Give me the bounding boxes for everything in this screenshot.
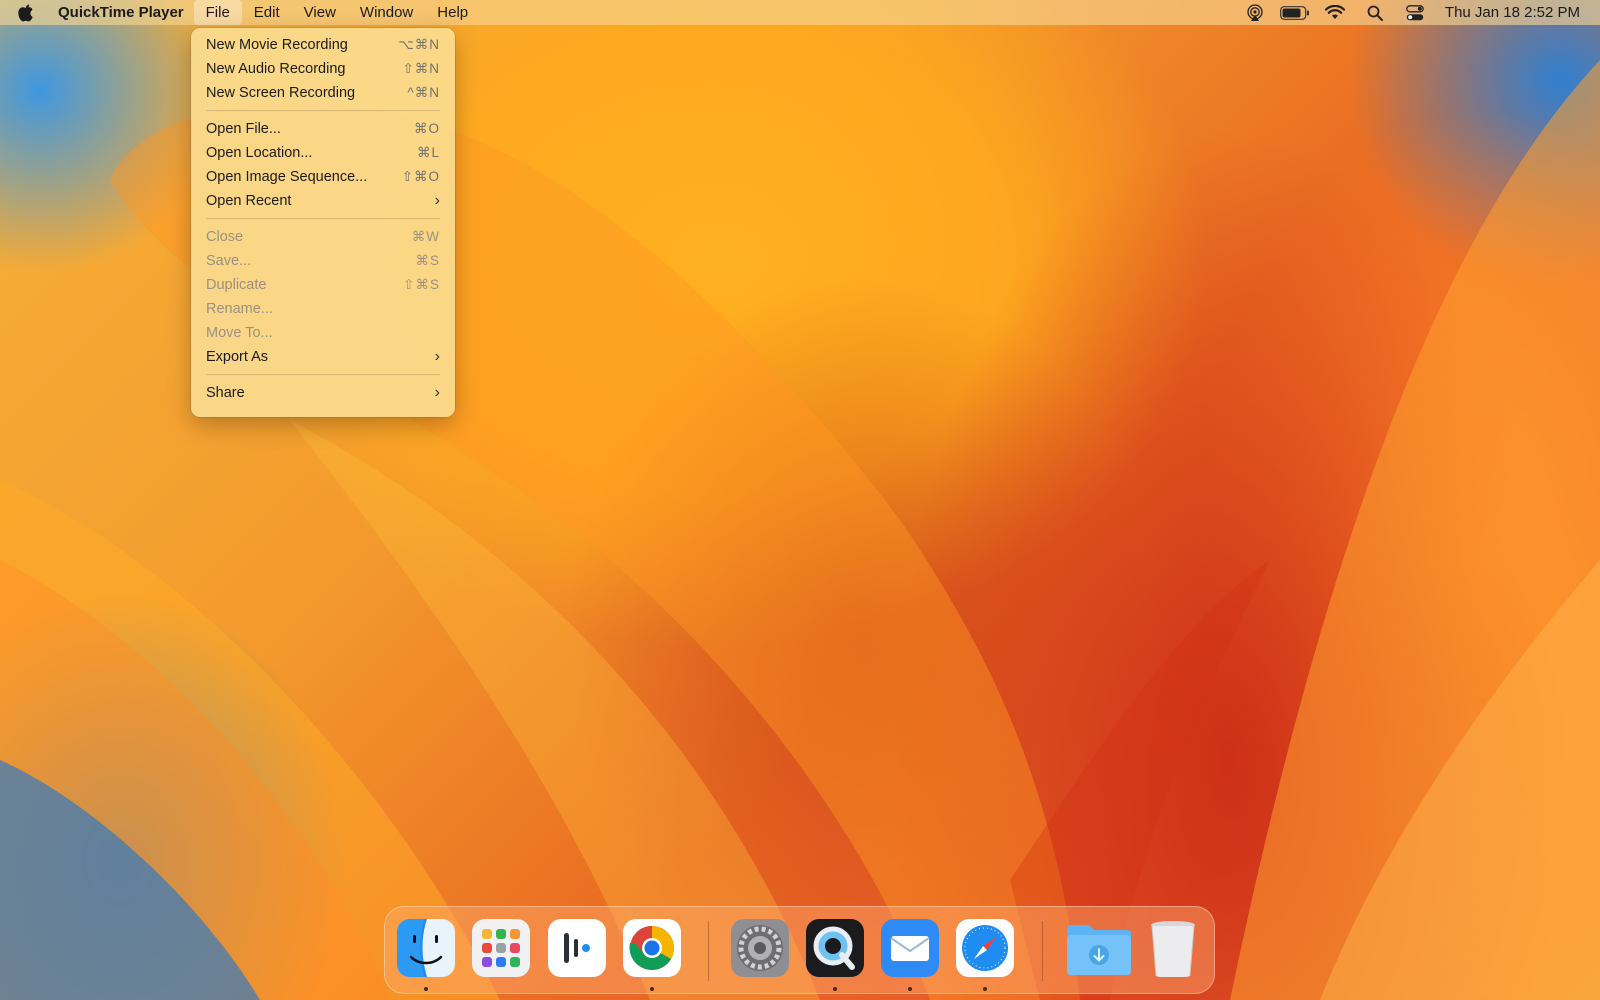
menu-item-open-image-sequence[interactable]: Open Image Sequence... ⇧⌘O — [191, 165, 455, 189]
trash-icon[interactable] — [1148, 919, 1198, 977]
dock — [384, 906, 1215, 994]
mail-icon[interactable] — [881, 919, 939, 977]
menu-item-shortcut: ⇧⌘N — [402, 61, 440, 76]
menu-item-new-audio-recording[interactable]: New Audio Recording ⇧⌘N — [191, 57, 455, 81]
menu-item-export-as[interactable]: Export As › — [191, 345, 455, 369]
menu-item-rename: Rename... — [191, 297, 455, 321]
menu-separator — [206, 110, 440, 111]
menu-item-label: Duplicate — [206, 277, 267, 293]
chrome-icon[interactable] — [623, 919, 681, 977]
podcast-app-icon[interactable] — [548, 919, 606, 977]
battery-icon[interactable] — [1275, 0, 1315, 25]
view-menu[interactable]: View — [292, 0, 348, 25]
system-settings-icon[interactable] — [731, 919, 789, 977]
menu-item-move-to: Move To... — [191, 321, 455, 345]
running-indicator — [908, 987, 912, 991]
menu-item-label: Rename... — [206, 301, 273, 317]
menu-item-label: New Movie Recording — [206, 37, 348, 53]
airplay-audio-icon[interactable] — [1235, 0, 1275, 25]
menu-item-open-file[interactable]: Open File... ⌘O — [191, 117, 455, 141]
menu-item-shortcut: ⌘L — [416, 145, 440, 160]
menu-bar: QuickTime Player File Edit View Window H… — [0, 0, 1600, 25]
app-name-menu[interactable]: QuickTime Player — [52, 0, 194, 25]
menu-item-label: Open File... — [206, 121, 281, 137]
running-indicator — [833, 987, 837, 991]
file-dropdown-menu: New Movie Recording ⌥⌘N New Audio Record… — [191, 28, 455, 417]
dock-separator — [708, 921, 709, 981]
apple-menu-icon[interactable] — [0, 0, 52, 25]
launchpad-icon[interactable] — [472, 919, 530, 977]
menu-item-shortcut: ⌘O — [413, 121, 440, 136]
downloads-folder-icon[interactable] — [1065, 919, 1133, 977]
menu-item-open-recent[interactable]: Open Recent › — [191, 189, 455, 213]
menu-separator — [206, 218, 440, 219]
finder-icon[interactable] — [397, 919, 455, 977]
menu-item-label: New Screen Recording — [206, 85, 356, 101]
menu-item-save: Save... ⌘S — [191, 249, 455, 273]
menu-bar-clock[interactable]: Thu Jan 18 2:52 PM — [1435, 4, 1600, 21]
menu-item-shortcut: ⇧⌘S — [403, 277, 440, 292]
menu-item-label: Export As — [206, 349, 269, 365]
window-menu[interactable]: Window — [348, 0, 425, 25]
running-indicator — [424, 987, 428, 991]
menu-item-new-screen-recording[interactable]: New Screen Recording ^⌘N — [191, 81, 455, 105]
menu-item-shortcut: ⌥⌘N — [398, 37, 440, 52]
help-menu[interactable]: Help — [425, 0, 480, 25]
menu-item-open-location[interactable]: Open Location... ⌘L — [191, 141, 455, 165]
safari-icon[interactable] — [956, 919, 1014, 977]
menu-item-duplicate: Duplicate ⇧⌘S — [191, 273, 455, 297]
chevron-right-icon: › — [434, 192, 440, 209]
running-indicator — [650, 987, 654, 991]
quicktime-icon[interactable] — [806, 919, 864, 977]
running-indicator — [983, 987, 987, 991]
menu-item-new-movie-recording[interactable]: New Movie Recording ⌥⌘N — [191, 33, 455, 57]
chevron-right-icon: › — [434, 384, 440, 401]
menu-item-shortcut: ⇧⌘O — [401, 169, 440, 184]
menu-separator — [206, 374, 440, 375]
menu-item-label: Open Image Sequence... — [206, 169, 368, 185]
menu-item-label: New Audio Recording — [206, 61, 346, 77]
edit-menu[interactable]: Edit — [242, 0, 292, 25]
menu-item-label: Move To... — [206, 325, 273, 341]
menu-item-label: Open Location... — [206, 145, 313, 161]
dock-separator — [1042, 921, 1043, 981]
search-icon[interactable] — [1355, 0, 1395, 25]
control-center-icon[interactable] — [1395, 0, 1435, 25]
file-menu[interactable]: File — [193, 0, 242, 25]
menu-item-label: Close — [206, 229, 244, 245]
menu-item-label: Open Recent — [206, 193, 292, 209]
chevron-right-icon: › — [434, 348, 440, 365]
menu-item-shortcut: ⌘W — [411, 229, 440, 244]
menu-item-label: Share — [206, 385, 245, 401]
menu-item-close: Close ⌘W — [191, 225, 455, 249]
menu-item-label: Save... — [206, 253, 252, 269]
wifi-icon[interactable] — [1315, 0, 1355, 25]
menu-item-shortcut: ^⌘N — [407, 85, 440, 100]
menu-item-shortcut: ⌘S — [415, 253, 440, 268]
menu-item-share[interactable]: Share › — [191, 381, 455, 405]
